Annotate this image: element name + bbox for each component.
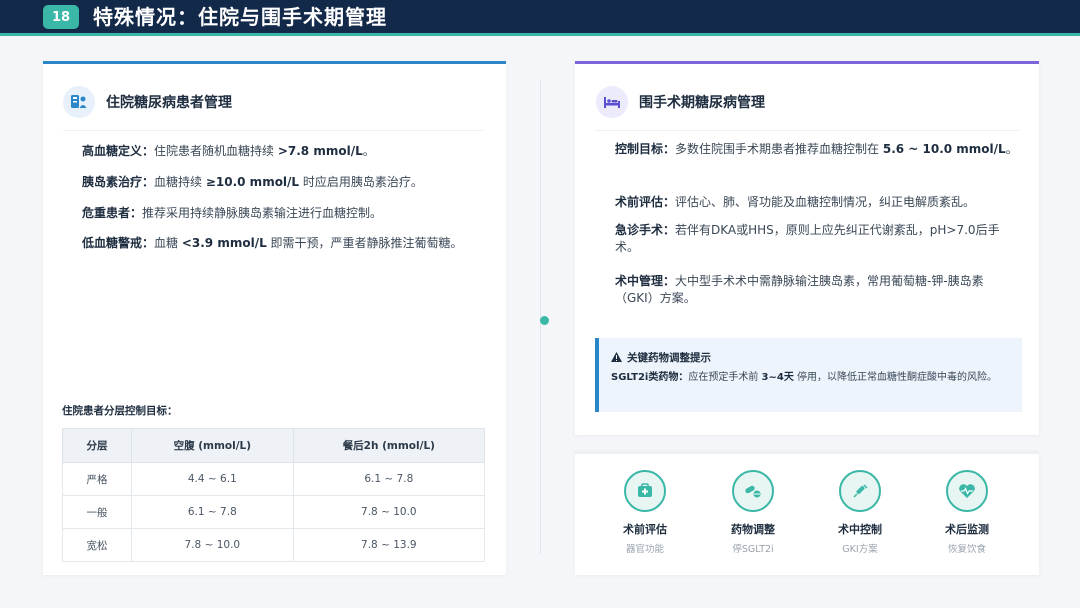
table-cell: 一般 xyxy=(62,495,132,529)
medical-kit-icon xyxy=(624,470,666,512)
table-cell: 严格 xyxy=(62,462,132,496)
table-header: 餐后2h (mmol/L) xyxy=(292,428,486,463)
step-drug-adjustment: 药物调整 停SGLT2i xyxy=(713,470,793,555)
hyperglycemia-definition: 高血糖定义：住院患者随机血糖持续 >7.8 mmol/L。 xyxy=(82,144,375,158)
preoperative-assessment: 术前评估：评估心、肺、肾功能及血糖控制情况，纠正电解质紊乱。 xyxy=(615,195,976,209)
inpatient-card-title: 住院糖尿病患者管理 xyxy=(106,95,232,111)
step-preoperative-assessment: 术前评估 器官功能 xyxy=(605,470,685,555)
table-header-row: 分层 空腹 (mmol/L) 餐后2h (mmol/L) xyxy=(62,428,486,463)
step-subtitle: 恢复饮食 xyxy=(947,544,986,555)
glucose-target-table: 分层 空腹 (mmol/L) 餐后2h (mmol/L) 严格 4.4 ~ 6.… xyxy=(62,428,486,562)
table-row: 宽松 7.8 ~ 10.0 7.8 ~ 13.9 xyxy=(62,528,486,562)
alert-body: SGLT2i类药物：应在预定手术前 3~4天 停用，以降低正常血糖性酮症酸中毒的… xyxy=(611,372,998,383)
table-row: 一般 6.1 ~ 7.8 7.8 ~ 10.0 xyxy=(62,495,486,529)
hospital-patient-icon xyxy=(63,86,95,118)
step-postoperative-monitoring: 术后监测 恢复饮食 xyxy=(927,470,1007,555)
step-subtitle: 器官功能 xyxy=(625,544,664,555)
alert-title: 关键药物调整提示 xyxy=(611,350,711,365)
step-subtitle: GKI方案 xyxy=(842,544,878,555)
step-intraoperative-control: 术中控制 GKI方案 xyxy=(820,470,900,555)
critical-patients: 危重患者：推荐采用持续静脉胰岛素输注进行血糖控制。 xyxy=(82,206,383,220)
table-cell: 7.8 ~ 10.0 xyxy=(292,495,486,529)
table-cell: 6.1 ~ 7.8 xyxy=(292,462,486,496)
table-header: 空腹 (mmol/L) xyxy=(131,428,294,463)
table-cell: 宽松 xyxy=(62,528,132,562)
step-label: 术中控制 xyxy=(838,523,882,536)
intraoperative-management: 术中管理：大中型手术术中需静脉输注胰岛素，常用葡萄糖-钾-胰岛素（GKI）方案。 xyxy=(615,274,984,305)
page-number-badge: 18 xyxy=(43,5,79,29)
step-label: 术前评估 xyxy=(623,523,667,536)
step-label: 药物调整 xyxy=(731,523,775,536)
table-cell: 6.1 ~ 7.8 xyxy=(131,495,294,529)
control-target: 控制目标：多数住院围手术期患者推荐血糖控制在 5.6 ~ 10.0 mmol/L… xyxy=(615,142,1018,156)
hypoglycemia-alert: 低血糖警戒：血糖 <3.9 mmol/L 即需干预，严重者静脉推注葡萄糖。 xyxy=(82,236,463,250)
table-row: 严格 4.4 ~ 6.1 6.1 ~ 7.8 xyxy=(62,462,486,496)
card-divider xyxy=(595,130,1019,131)
step-label: 术后监测 xyxy=(945,523,989,536)
warning-icon xyxy=(611,352,622,365)
title-bar-accent-line xyxy=(0,33,1080,36)
surgery-bed-icon xyxy=(596,86,628,118)
table-header: 分层 xyxy=(62,428,132,463)
table-cell: 7.8 ~ 10.0 xyxy=(131,528,294,562)
insulin-therapy: 胰岛素治疗：血糖持续 ≥10.0 mmol/L 时应启用胰岛素治疗。 xyxy=(82,175,423,189)
table-cell: 4.4 ~ 6.1 xyxy=(131,462,294,496)
pills-icon xyxy=(732,470,774,512)
syringe-icon xyxy=(839,470,881,512)
page-title: 特殊情况：住院与围手术期管理 xyxy=(93,5,387,29)
heart-monitor-icon xyxy=(946,470,988,512)
target-table-caption: 住院患者分层控制目标： xyxy=(62,405,178,417)
step-subtitle: 停SGLT2i xyxy=(732,544,774,555)
center-divider-dot xyxy=(540,316,549,325)
perioperative-card-title: 围手术期糖尿病管理 xyxy=(639,95,765,111)
drug-adjustment-alert: 关键药物调整提示 SGLT2i类药物：应在预定手术前 3~4天 停用，以降低正常… xyxy=(595,338,1022,412)
card-divider xyxy=(63,130,483,131)
table-cell: 7.8 ~ 13.9 xyxy=(292,528,486,562)
emergency-surgery: 急诊手术：若伴有DKA或HHS，原则上应先纠正代谢紊乱，pH>7.0后手术。 xyxy=(615,223,1000,254)
